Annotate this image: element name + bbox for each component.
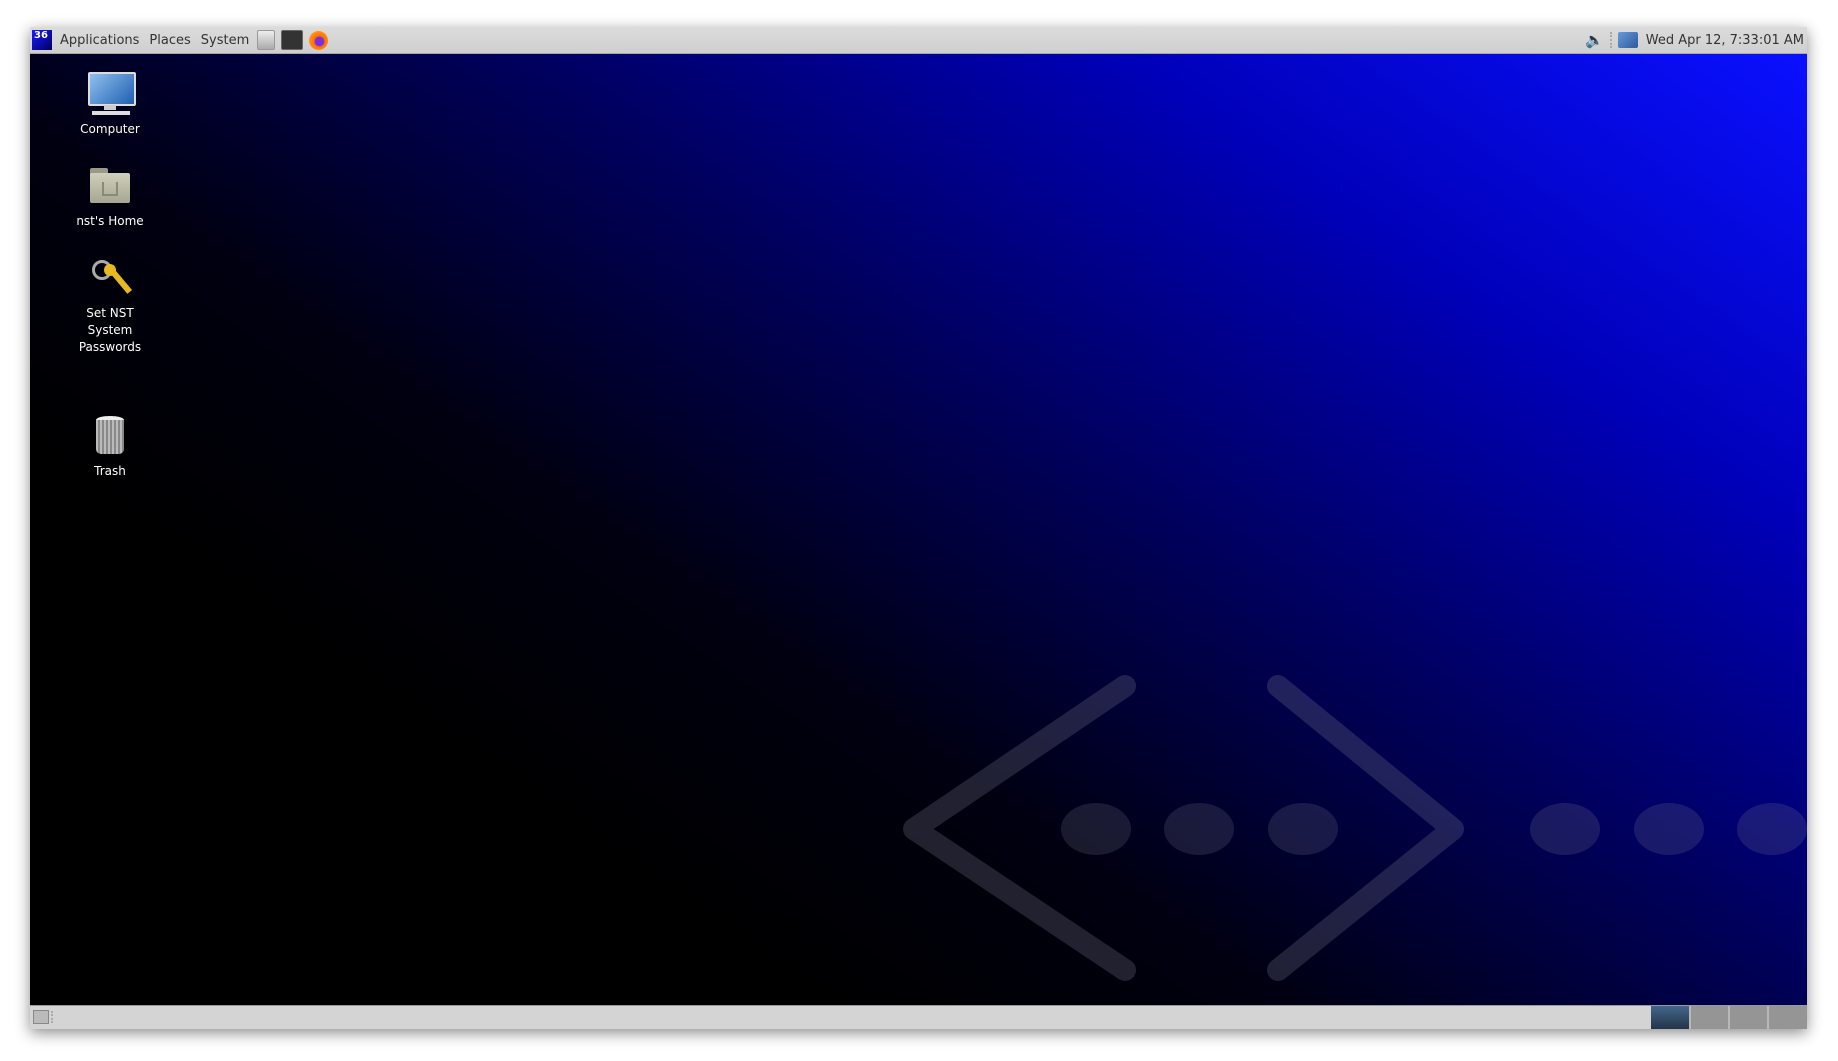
show-desktop-icon[interactable]: [33, 1010, 49, 1024]
firefox-icon[interactable]: [309, 30, 329, 50]
dot: [1530, 803, 1600, 855]
workspace-2[interactable]: [1689, 1006, 1729, 1029]
computer-icon: [86, 70, 136, 118]
panel-handle[interactable]: [51, 1011, 53, 1023]
menu-applications[interactable]: Applications: [55, 33, 144, 48]
top-panel: 36 Applications Places System 🔈 Wed Apr …: [30, 27, 1807, 54]
network-icon[interactable]: [1617, 32, 1638, 48]
bottom-panel: [30, 1005, 1807, 1029]
dot: [1737, 803, 1807, 855]
dot: [1634, 803, 1704, 855]
dot: [1164, 803, 1234, 855]
icon-label: Trash: [94, 464, 126, 478]
home-folder-icon: [86, 162, 134, 210]
system-tray: 🔈 Wed Apr 12, 7:33:01 AM: [1579, 27, 1807, 53]
screen: 36 Applications Places System 🔈 Wed Apr …: [30, 27, 1807, 1029]
keys-icon: [86, 254, 134, 302]
file-cabinet-icon[interactable]: [257, 30, 276, 50]
icon-label: nst's Home: [76, 214, 144, 228]
dot: [1061, 803, 1131, 855]
desktop-wallpaper: Computer nst's Home Set NST System Passw…: [30, 54, 1807, 1006]
wallpaper-logo: [903, 675, 1807, 981]
dot: [1268, 803, 1338, 855]
desktop-icon-passwords[interactable]: Set NST System Passwords: [55, 254, 165, 356]
desktop-icon-computer[interactable]: Computer: [55, 70, 165, 138]
trash-icon: [86, 412, 134, 460]
tray-separator: [1609, 32, 1614, 48]
nst-logo-icon[interactable]: 36: [32, 30, 52, 50]
desktop-icon-trash[interactable]: Trash: [55, 412, 165, 480]
desktop-icon-home[interactable]: nst's Home: [55, 162, 165, 230]
workspace-3[interactable]: [1728, 1006, 1768, 1029]
icon-label: Set NST System Passwords: [78, 306, 142, 354]
icon-label: Computer: [80, 122, 140, 136]
menu-places[interactable]: Places: [144, 33, 195, 48]
terminal-icon[interactable]: [281, 30, 304, 50]
menu-system[interactable]: System: [196, 33, 254, 48]
workspace-1[interactable]: [1651, 1006, 1690, 1029]
clock[interactable]: Wed Apr 12, 7:33:01 AM: [1642, 33, 1807, 48]
volume-icon[interactable]: 🔈: [1579, 31, 1610, 49]
workspace-4[interactable]: [1767, 1006, 1807, 1029]
